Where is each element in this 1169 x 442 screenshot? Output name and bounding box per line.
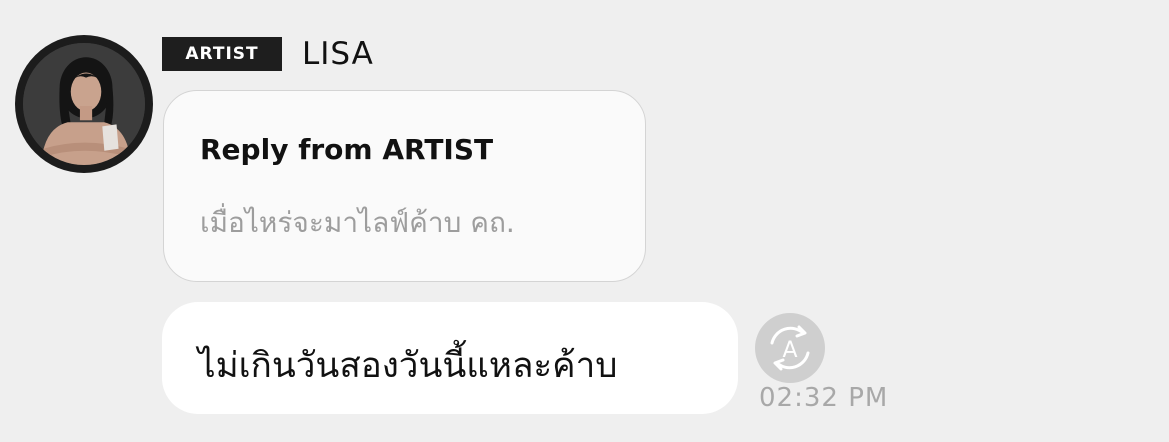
translate-icon[interactable]: A [755, 313, 825, 383]
message-header: ARTIST LISA [162, 36, 374, 72]
avatar[interactable] [15, 35, 153, 173]
sender-name[interactable]: LISA [302, 36, 374, 72]
translate-glyph: A [782, 338, 797, 363]
avatar-image [23, 43, 145, 165]
artist-badge: ARTIST [162, 37, 282, 71]
user-avatar-icon [23, 43, 145, 165]
reply-title: Reply from ARTIST [200, 133, 494, 166]
reply-card[interactable]: Reply from ARTIST เมื่อไหร่จะมาไลฟ์ค้าบ … [163, 90, 646, 282]
timestamp: 02:32 PM [759, 383, 889, 413]
quoted-message: เมื่อไหร่จะมาไลฟ์ค้าบ คถ. [200, 206, 515, 239]
message-bubble[interactable]: ไม่เกินวันสองวันนี้แหละค้าบ [162, 302, 738, 414]
message-text: ไม่เกินวันสองวันนี้แหละค้าบ [198, 346, 618, 386]
